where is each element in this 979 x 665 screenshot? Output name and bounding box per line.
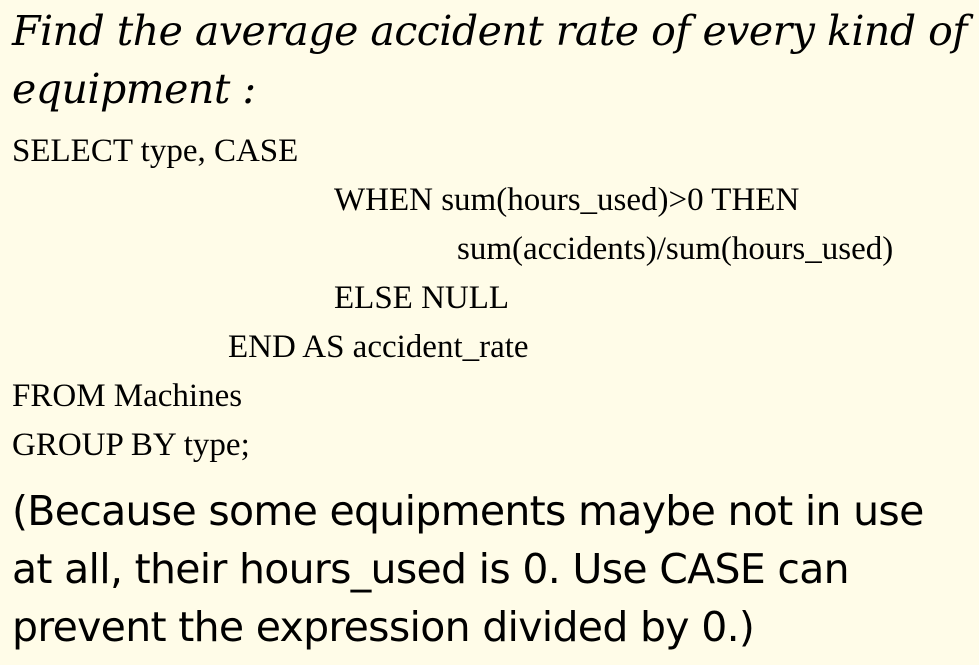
slide-heading: Find the average accident rate of every … — [12, 7, 967, 113]
slide: { "heading": "Find the average accident … — [0, 0, 979, 665]
code-line-else: ELSE NULL — [334, 280, 510, 316]
code-line-group-by: GROUP BY type; — [12, 427, 250, 463]
code-line-from: FROM Machines — [12, 378, 243, 414]
sql-code-block: SELECT type, CASE WHEN sum(hours_used)>0… — [12, 127, 979, 470]
code-line-end: END AS accident_rate — [228, 329, 529, 365]
explanation-note: (Because some equipments maybe not in us… — [12, 487, 924, 651]
code-line-when: WHEN sum(hours_used)>0 THEN — [334, 182, 800, 218]
code-line-select: SELECT type, CASE — [12, 133, 299, 169]
code-line-then-expression: sum(accidents)/sum(hours_used) — [457, 231, 894, 267]
